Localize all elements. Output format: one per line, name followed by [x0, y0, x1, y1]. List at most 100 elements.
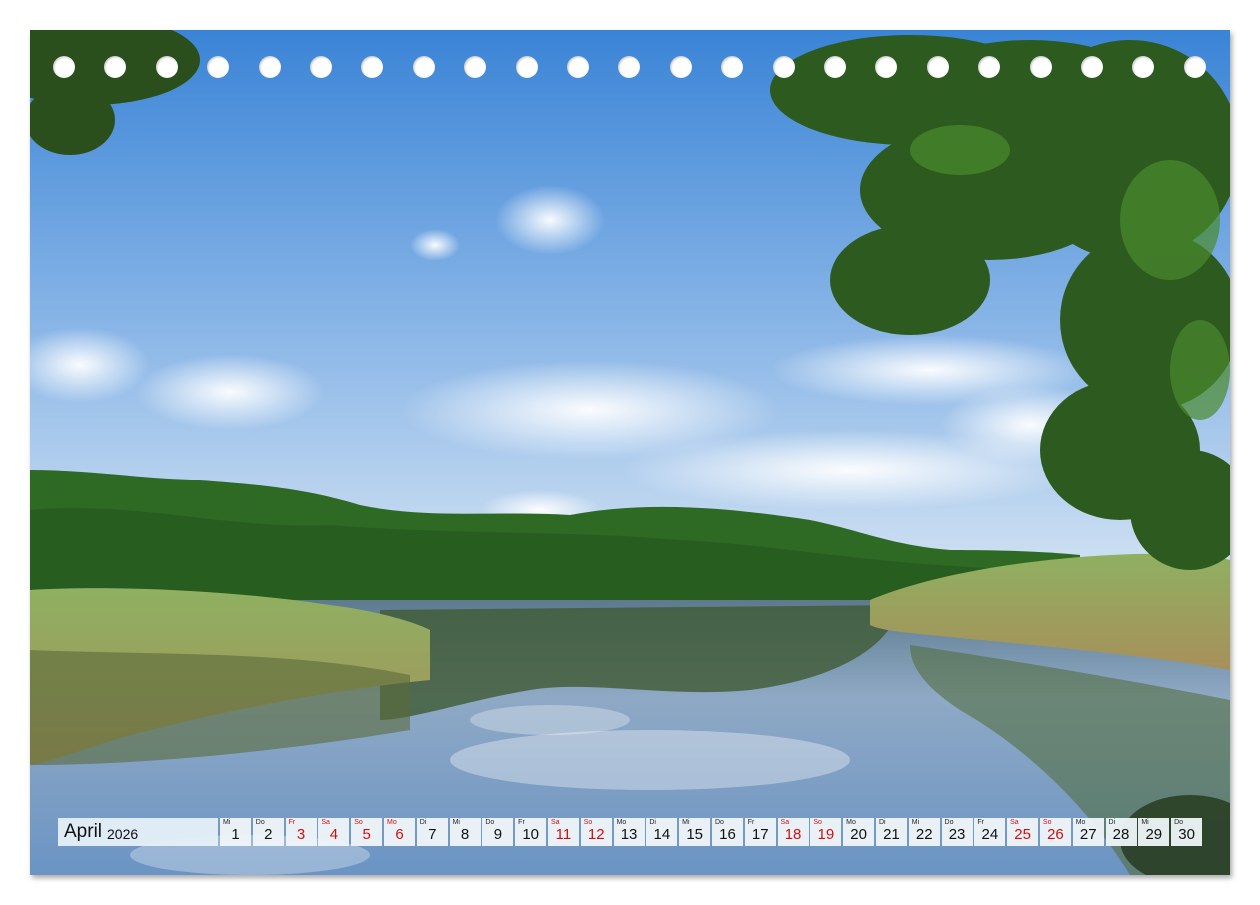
- weekday-label: Do: [255, 819, 265, 826]
- day-number: 17: [751, 826, 769, 843]
- day-number: 24: [981, 826, 999, 843]
- weekday-label: So: [1042, 819, 1052, 826]
- day-cell: So 26: [1039, 818, 1071, 846]
- day-number: 20: [850, 826, 867, 843]
- day-cell: Mi 1: [220, 818, 251, 846]
- binding-hole: [824, 56, 846, 78]
- binding-hole: [772, 56, 795, 78]
- day-cell: Fr 24: [974, 818, 1006, 846]
- weekday-label: Mo: [1075, 819, 1086, 826]
- weekday-label: Do: [714, 819, 724, 826]
- day-number: 16: [719, 826, 736, 843]
- binding-hole: [669, 56, 692, 78]
- day-cell: Sa 25: [1007, 818, 1039, 846]
- day-cell: Mi 22: [908, 818, 940, 846]
- day-cell: Fr 17: [744, 818, 776, 846]
- day-cell: So 19: [810, 818, 842, 846]
- day-cell: Do 23: [941, 818, 973, 846]
- binding-hole: [1183, 56, 1206, 78]
- binding-hole: [1081, 56, 1103, 78]
- day-number: 2: [264, 826, 273, 843]
- day-number: 19: [817, 826, 835, 843]
- weekday-label: Mi: [911, 819, 920, 826]
- day-number: 8: [460, 826, 470, 843]
- month-label-box: April 2026: [58, 818, 218, 846]
- day-cell: Di 21: [875, 818, 907, 846]
- day-number: 27: [1079, 826, 1097, 843]
- day-cell: Do 16: [711, 818, 743, 846]
- binding-hole: [515, 56, 538, 78]
- weekday-label: Di: [419, 819, 427, 826]
- weekday-label: Sa: [1010, 819, 1019, 826]
- weekday-label: Do: [944, 819, 954, 826]
- day-number: 9: [493, 826, 503, 843]
- weekday-label: Mi: [452, 819, 460, 826]
- day-cell: Do 30: [1171, 818, 1203, 846]
- calendar-page: April 2026 Mi 1 Do 2 Fr 3 Sa 4 So 5 Mo 6 Di 7 Mi 8 Do 9 Fr…: [30, 30, 1230, 875]
- weekday-label: Sa: [780, 819, 790, 826]
- weekday-label: Mo: [846, 819, 856, 826]
- day-cell: Mo 27: [1072, 818, 1104, 846]
- day-cell: Mo 13: [613, 818, 645, 846]
- day-number: 30: [1178, 826, 1195, 843]
- weekday-label: Di: [649, 819, 656, 826]
- weekday-label: So: [354, 819, 363, 826]
- weekday-label: Sa: [550, 819, 560, 826]
- weekday-label: Di: [878, 819, 886, 826]
- day-number: 12: [587, 826, 605, 843]
- day-number: 14: [653, 826, 671, 843]
- day-number: 15: [686, 826, 703, 843]
- day-cell: Mi 8: [449, 818, 481, 846]
- weekday-label: Sa: [321, 819, 330, 826]
- day-number: 28: [1112, 826, 1130, 843]
- lake-landscape-photo: [30, 30, 1230, 875]
- day-cell: Sa 18: [777, 818, 809, 846]
- day-cell: So 5: [351, 818, 383, 846]
- binding-hole: [155, 56, 178, 78]
- binding-hole: [258, 56, 281, 78]
- day-number: 7: [428, 826, 437, 843]
- year: 2026: [107, 825, 139, 842]
- day-number: 13: [620, 826, 638, 843]
- day-number: 4: [329, 826, 339, 843]
- day-number: 25: [1014, 826, 1031, 843]
- day-cell: Di 14: [646, 818, 678, 846]
- day-cell: Fr 10: [515, 818, 547, 846]
- weekday-label: Mi: [682, 819, 690, 826]
- day-number: 11: [555, 826, 572, 843]
- day-number: 22: [915, 826, 933, 843]
- day-number: 6: [395, 826, 404, 843]
- day-cells: Mi 1 Do 2 Fr 3 Sa 4 So 5 Mo 6 Di 7 Mi 8 Do 9 Fr 10 Sa 11 So 12 M…: [220, 818, 1204, 846]
- weekday-label: Mi: [223, 819, 231, 826]
- day-number: 1: [231, 826, 240, 843]
- day-number: 5: [362, 826, 371, 843]
- day-number: 18: [784, 826, 802, 843]
- day-cell: Fr 3: [285, 818, 317, 846]
- binding-hole: [53, 56, 75, 78]
- weekday-label: So: [813, 819, 822, 826]
- day-cell: Mo 6: [383, 818, 415, 846]
- weekday-label: Do: [1174, 819, 1184, 826]
- binding-hole: [567, 56, 589, 78]
- day-cell: So 12: [580, 818, 612, 846]
- weekday-label: Fr: [518, 819, 525, 826]
- binding-hole: [1029, 56, 1052, 78]
- binding-hole: [310, 56, 332, 78]
- day-number: 23: [948, 826, 966, 843]
- weekday-label: Di: [1108, 819, 1116, 826]
- calendar-strip: April 2026 Mi 1 Do 2 Fr 3 Sa 4 So 5 Mo 6 Di 7 Mi 8 Do 9 Fr…: [58, 818, 1204, 846]
- day-number: 26: [1047, 826, 1064, 843]
- day-number: 3: [296, 826, 306, 843]
- day-cell: Di 7: [416, 818, 448, 846]
- weekday-label: Mo: [386, 819, 397, 826]
- day-cell: Sa 4: [318, 818, 350, 846]
- day-number: 21: [883, 826, 900, 843]
- weekday-label: Fr: [747, 819, 755, 826]
- weekday-label: Mi: [1141, 819, 1149, 826]
- day-number: 10: [522, 826, 540, 843]
- day-cell: Do 9: [482, 818, 514, 846]
- day-cell: Sa 11: [547, 818, 579, 846]
- weekday-label: Do: [485, 819, 495, 826]
- weekday-label: So: [583, 819, 593, 826]
- day-cell: Mi 15: [679, 818, 711, 846]
